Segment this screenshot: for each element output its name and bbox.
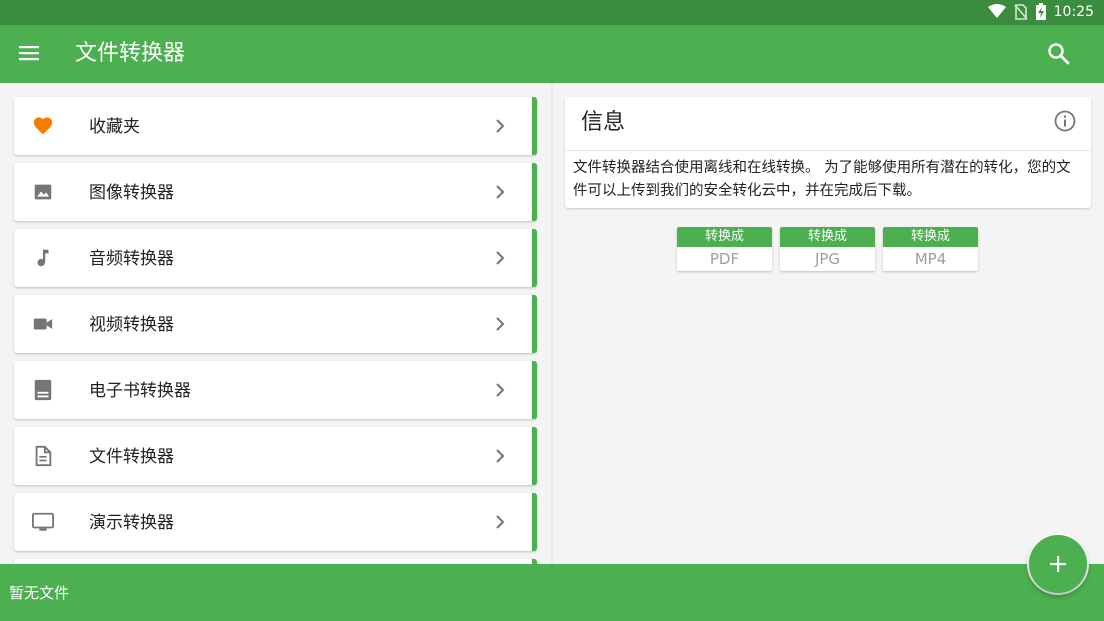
convert-to-pdf-button[interactable]: 转换成 PDF	[677, 227, 772, 271]
no-files-text: 暂无文件	[9, 584, 70, 602]
category-label: 图像转换器	[89, 183, 174, 203]
heart-icon	[32, 115, 54, 137]
category-label: 音频转换器	[89, 249, 174, 269]
category-ebook-converter[interactable]: 电子书转换器	[14, 361, 537, 419]
category-label: 电子书转换器	[89, 381, 191, 401]
no-sim-icon	[1014, 3, 1028, 20]
info-icon[interactable]	[1054, 110, 1076, 132]
battery-charging-icon	[1035, 3, 1046, 20]
status-time: 10:25	[1053, 3, 1094, 20]
category-audio-converter[interactable]: 音频转换器	[14, 229, 537, 287]
chevron-right-icon	[494, 514, 506, 530]
app-bar: 文件转换器	[0, 25, 1104, 83]
convert-caption: 转换成	[677, 227, 772, 247]
status-bar: 10:25	[0, 0, 1104, 25]
convert-caption: 转换成	[883, 227, 978, 247]
category-label: 演示转换器	[89, 513, 174, 533]
chevron-right-icon	[494, 448, 506, 464]
info-description: 文件转换器结合使用离线和在线转换。 为了能够使用所有潜在的转化，您的文件可以上传…	[573, 160, 1071, 199]
category-label: 视频转换器	[89, 315, 174, 335]
category-label: 文件转换器	[89, 447, 174, 467]
chevron-right-icon	[494, 184, 506, 200]
app-title: 文件转换器	[75, 41, 186, 66]
add-file-button[interactable]	[1029, 535, 1087, 593]
convert-caption: 转换成	[780, 227, 875, 247]
info-card: 信息 文件转换器结合使用离线和在线转换。 为了能够使用所有潜在的转化，您的文件可…	[565, 97, 1091, 208]
status-icons: 10:25	[987, 3, 1094, 20]
category-video-converter[interactable]: 视频转换器	[14, 295, 537, 353]
monitor-icon	[32, 511, 54, 533]
category-presentation-converter[interactable]: 演示转换器	[14, 493, 537, 551]
category-label: 收藏夹	[89, 117, 140, 137]
category-list: 收藏夹 图像转换器 音频转换器 视频转换器 电子书转换器 文件转换器 演示转换器	[0, 83, 551, 564]
info-title: 信息	[581, 110, 626, 135]
info-pane: 信息 文件转换器结合使用离线和在线转换。 为了能够使用所有潜在的转化，您的文件可…	[553, 83, 1104, 564]
convert-format: JPG	[814, 250, 841, 268]
wifi-icon	[987, 4, 1006, 19]
category-document-converter[interactable]: 文件转换器	[14, 427, 537, 485]
convert-format: MP4	[914, 250, 947, 268]
convert-to-mp4-button[interactable]: 转换成 MP4	[883, 227, 978, 271]
video-camera-icon	[32, 313, 54, 335]
chevron-right-icon	[494, 382, 506, 398]
chevron-right-icon	[494, 118, 506, 134]
chevron-right-icon	[494, 250, 506, 266]
bottom-bar: 暂无文件	[0, 564, 1104, 621]
music-note-icon	[32, 247, 54, 269]
image-icon	[32, 181, 54, 203]
book-icon	[32, 379, 54, 401]
convert-to-jpg-button[interactable]: 转换成 JPG	[780, 227, 875, 271]
info-divider	[565, 150, 1091, 151]
convert-buttons: 转换成 PDF 转换成 JPG 转换成 MP4	[677, 227, 978, 271]
chevron-right-icon	[494, 316, 506, 332]
document-icon	[32, 445, 54, 467]
menu-icon[interactable]	[18, 44, 40, 64]
search-icon[interactable]	[1046, 41, 1072, 67]
category-favorites[interactable]: 收藏夹	[14, 97, 537, 155]
convert-format: PDF	[709, 250, 740, 268]
category-image-converter[interactable]: 图像转换器	[14, 163, 537, 221]
